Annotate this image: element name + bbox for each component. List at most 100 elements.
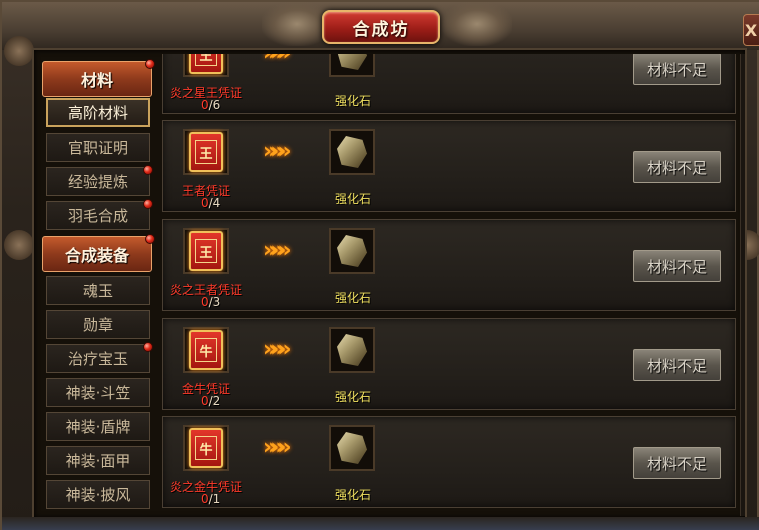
token-card-icon: 王 — [189, 132, 223, 172]
material-slot[interactable]: 王 — [183, 129, 229, 175]
token-glyph: 王 — [195, 54, 217, 66]
result-name: 强化石 — [334, 291, 371, 305]
material-slot[interactable]: 王 — [183, 54, 229, 77]
notification-dot-icon — [143, 342, 153, 352]
recipe-row: 王 炎之星王凭证 0/6 »»» 强化石 材料不足 — [162, 54, 736, 114]
material-count: 0/6 — [201, 98, 220, 112]
sidebar-item-label: 魂玉 — [82, 282, 113, 300]
crafting-window: 合成坊 X 材料 高阶材料 官职证明 经验提炼 羽毛合成 合成装备 魂玉 勋章 … — [0, 0, 759, 530]
material-have: 0 — [201, 196, 209, 210]
sidebar-item-label: 经验提炼 — [67, 173, 128, 191]
craft-button[interactable]: 材料不足 — [633, 447, 721, 479]
result-name: 强化石 — [334, 488, 371, 502]
sidebar-item-healing-jade[interactable]: 治疗宝玉 — [46, 342, 153, 373]
sidebar-item-label: 羽毛合成 — [67, 207, 128, 225]
result-name: 强化石 — [334, 390, 371, 404]
material-need: /6 — [208, 98, 221, 112]
material-have: 0 — [201, 295, 209, 309]
notification-dot-icon — [143, 199, 153, 209]
material-count: 0/4 — [201, 196, 220, 210]
recipe-row: 王 王者凭证 0/4 »»» 强化石 材料不足 — [162, 120, 736, 212]
enhance-stone-icon — [337, 136, 367, 168]
sidebar-item-divine-mask[interactable]: 神装·面甲 — [46, 446, 150, 475]
category-materials[interactable]: 材料 — [42, 59, 155, 97]
token-card-icon: 牛 — [189, 330, 223, 370]
sidebar-item-divine-cloak[interactable]: 神装·披风 — [46, 480, 150, 509]
material-need: /1 — [208, 492, 221, 506]
result-slot[interactable] — [329, 129, 375, 175]
bottom-edge — [2, 517, 759, 530]
sidebar-item-official-certificate[interactable]: 官职证明 — [46, 133, 150, 162]
category-sidebar: 材料 高阶材料 官职证明 经验提炼 羽毛合成 合成装备 魂玉 勋章 治疗宝玉 神… — [42, 57, 155, 517]
sidebar-item-label: 神装·面甲 — [65, 452, 131, 470]
category-label: 合成装备 — [64, 246, 129, 265]
material-need: /2 — [208, 394, 221, 408]
sidebar-item-label: 神装·盾牌 — [65, 418, 131, 436]
side-ornament-icon — [4, 230, 34, 260]
material-need: /4 — [208, 196, 221, 210]
craft-button[interactable]: 材料不足 — [633, 151, 721, 183]
category-label: 材料 — [80, 71, 113, 90]
arrow-right-icon: »»» — [263, 139, 292, 164]
notification-dot-icon — [143, 165, 153, 175]
token-card-icon: 王 — [189, 231, 223, 271]
craft-button[interactable]: 材料不足 — [633, 349, 721, 381]
sidebar-item-advanced-materials[interactable]: 高阶材料 — [46, 98, 150, 127]
corner-ornament-icon — [4, 36, 34, 66]
enhance-stone-icon — [337, 334, 367, 366]
material-have: 0 — [201, 492, 209, 506]
close-button[interactable]: X — [743, 14, 759, 46]
token-glyph: 王 — [195, 239, 217, 263]
enhance-stone-icon — [337, 432, 367, 464]
result-name: 强化石 — [334, 94, 371, 108]
result-slot[interactable] — [329, 228, 375, 274]
material-have: 0 — [201, 98, 209, 112]
sidebar-item-exp-refine[interactable]: 经验提炼 — [46, 165, 153, 196]
result-slot[interactable] — [329, 327, 375, 373]
sidebar-item-label: 神装·披风 — [65, 486, 131, 504]
result-slot[interactable] — [329, 425, 375, 471]
arrow-right-icon: »»» — [263, 238, 292, 263]
close-icon: X — [744, 20, 758, 40]
sidebar-item-soul-jade[interactable]: 魂玉 — [46, 276, 150, 305]
notification-dot-icon — [145, 59, 155, 69]
arrow-right-icon: »»» — [263, 337, 292, 362]
window-title: 合成坊 — [352, 19, 410, 40]
token-card-icon: 王 — [189, 54, 223, 74]
enhance-stone-icon — [337, 235, 367, 267]
sidebar-item-feather-craft[interactable]: 羽毛合成 — [46, 199, 153, 230]
material-count: 0/1 — [201, 492, 220, 506]
token-card-icon: 牛 — [189, 428, 223, 468]
arrow-right-icon: »»» — [263, 435, 292, 460]
recipe-list[interactable]: 王 炎之星王凭证 0/6 »»» 强化石 材料不足 王 王者凭证 0/4 »»» — [160, 54, 740, 516]
recipe-row: 王 炎之王者凭证 0/3 »»» 强化石 材料不足 — [162, 219, 736, 311]
dragon-ornament-right — [442, 2, 512, 46]
sidebar-item-divine-shield[interactable]: 神装·盾牌 — [46, 412, 150, 441]
sidebar-item-label: 治疗宝玉 — [67, 350, 128, 368]
material-slot[interactable]: 王 — [183, 228, 229, 274]
list-scrollbar[interactable] — [740, 54, 745, 516]
sidebar-item-label: 勋章 — [82, 316, 113, 334]
category-craft-equipment[interactable]: 合成装备 — [42, 234, 155, 272]
token-glyph: 牛 — [195, 338, 217, 362]
sidebar-item-label: 神装·斗笠 — [65, 384, 131, 402]
material-slot[interactable]: 牛 — [183, 425, 229, 471]
enhance-stone-icon — [337, 54, 367, 70]
sidebar-item-medal[interactable]: 勋章 — [46, 310, 150, 339]
sidebar-item-label: 高阶材料 — [67, 104, 128, 122]
result-slot[interactable] — [329, 54, 375, 77]
material-need: /3 — [208, 295, 221, 309]
recipe-row: 牛 金牛凭证 0/2 »»» 强化石 材料不足 — [162, 318, 736, 410]
material-count: 0/3 — [201, 295, 220, 309]
material-have: 0 — [201, 394, 209, 408]
arrow-right-icon: »»» — [263, 54, 292, 66]
notification-dot-icon — [145, 234, 155, 244]
craft-button[interactable]: 材料不足 — [633, 54, 721, 85]
material-count: 0/2 — [201, 394, 220, 408]
title-plate: 合成坊 — [322, 10, 440, 44]
token-glyph: 牛 — [195, 436, 217, 460]
token-glyph: 王 — [195, 140, 217, 164]
craft-button[interactable]: 材料不足 — [633, 250, 721, 282]
sidebar-item-divine-hat[interactable]: 神装·斗笠 — [46, 378, 150, 407]
material-slot[interactable]: 牛 — [183, 327, 229, 373]
